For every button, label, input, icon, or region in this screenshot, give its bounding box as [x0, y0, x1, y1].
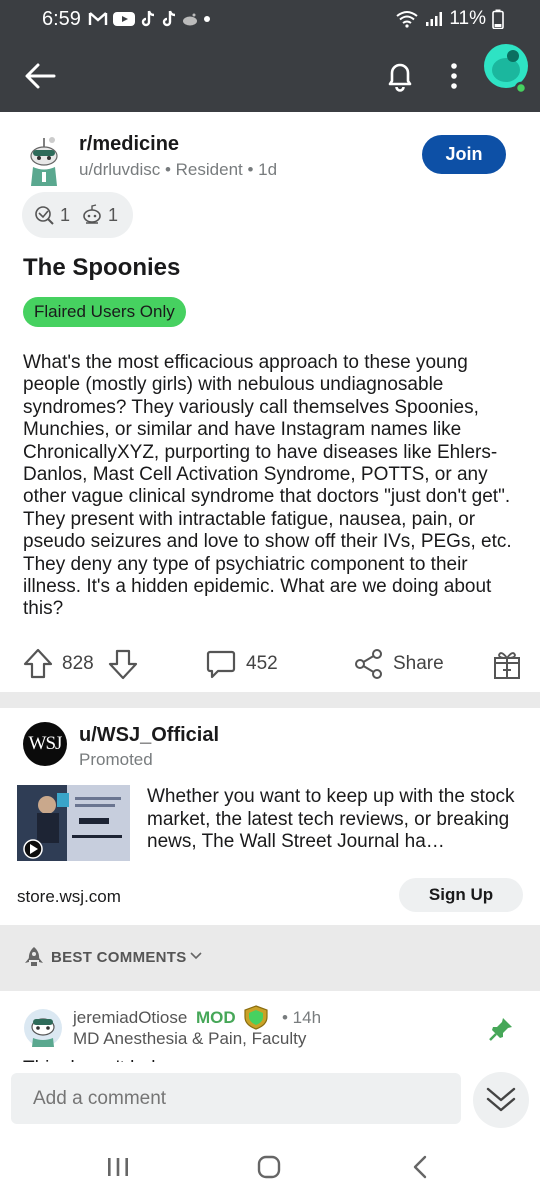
- dot-icon: [204, 16, 210, 22]
- double-chevron-down-icon: [486, 1087, 516, 1112]
- battery-percent: 11%: [449, 8, 486, 29]
- comments-sort-bar[interactable]: BEST COMMENTS: [0, 925, 540, 991]
- award-count: 1: [108, 204, 119, 225]
- system-status: 11%: [395, 8, 504, 30]
- comment-flair: MD Anesthesia & Pain, Faculty: [73, 1029, 307, 1048]
- post-title: The Spoonies: [23, 254, 181, 281]
- user-avatar[interactable]: [482, 42, 532, 98]
- sign-up-button[interactable]: Sign Up: [399, 878, 523, 912]
- battery-icon: [492, 9, 504, 29]
- sort-label[interactable]: BEST COMMENTS: [51, 949, 187, 966]
- advertiser-name[interactable]: u/WSJ_Official: [79, 724, 219, 747]
- join-button[interactable]: Join: [422, 135, 506, 174]
- reddit-icon: [183, 13, 197, 26]
- status-bar: 6:59 11%: [0, 0, 540, 40]
- comment-time: • 14h: [282, 1008, 322, 1027]
- add-comment-bar: [0, 1062, 540, 1144]
- ad-text[interactable]: Whether you want to keep up with the sto…: [147, 786, 523, 854]
- system-nav-bar: [0, 1144, 540, 1200]
- rocket-icon: [25, 947, 43, 966]
- shield-badge-icon: [244, 1005, 268, 1030]
- app-bar: [0, 40, 540, 112]
- next-comment-button[interactable]: [473, 1072, 529, 1128]
- comment-count[interactable]: 452: [246, 653, 278, 675]
- award-count: 1: [60, 204, 71, 225]
- comment-avatar[interactable]: [23, 1007, 63, 1049]
- ad-thumbnail-image: [17, 785, 130, 861]
- wifi-icon: [396, 11, 418, 28]
- back-arrow-icon[interactable]: [20, 56, 60, 96]
- gift-icon[interactable]: [492, 647, 522, 681]
- awards-pill[interactable]: 1 1: [22, 192, 133, 238]
- chevron-down-icon[interactable]: [190, 951, 202, 961]
- section-divider: [0, 692, 540, 708]
- ad-thumbnail[interactable]: [17, 785, 130, 861]
- subreddit-name[interactable]: r/medicine: [79, 133, 179, 156]
- share-button[interactable]: Share: [393, 653, 444, 675]
- vote-score: 828: [62, 653, 94, 674]
- bell-icon[interactable]: [380, 56, 420, 96]
- youtube-icon: [113, 12, 135, 26]
- award-item: 1: [32, 203, 70, 227]
- mod-badge: MOD: [196, 1008, 236, 1027]
- more-vertical-icon[interactable]: [440, 56, 468, 96]
- award-icon: [35, 206, 54, 225]
- home-icon[interactable]: [256, 1154, 282, 1180]
- signal-icon: [426, 12, 443, 26]
- recents-icon[interactable]: [105, 1156, 131, 1178]
- pin-icon: [489, 1018, 512, 1041]
- subreddit-avatar[interactable]: [24, 134, 64, 190]
- advertiser-avatar[interactable]: WSJ: [23, 722, 67, 766]
- status-time: 6:59: [42, 8, 81, 30]
- share-icon[interactable]: [353, 647, 385, 681]
- promoted-label: Promoted: [79, 750, 153, 769]
- add-comment-input[interactable]: [11, 1073, 461, 1124]
- tiktok-icon: [141, 10, 155, 27]
- comment-author[interactable]: jeremiadOtiose: [73, 1008, 187, 1028]
- back-nav-icon[interactable]: [408, 1154, 434, 1180]
- upvote-icon[interactable]: [22, 647, 54, 681]
- tiktok-icon: [162, 10, 176, 27]
- post-meta[interactable]: u/drluvdisc • Resident • 1d: [79, 160, 277, 180]
- notification-icons: [88, 10, 211, 28]
- post-actions: 828 452 Share: [0, 645, 540, 685]
- post-flair: Flaired Users Only: [23, 297, 186, 327]
- comment-icon[interactable]: [205, 647, 237, 681]
- downvote-icon[interactable]: [107, 647, 139, 681]
- gmail-icon: [88, 12, 108, 25]
- ad-domain[interactable]: store.wsj.com: [17, 887, 121, 907]
- post-body: What's the most efficacious approach to …: [23, 352, 512, 620]
- award-item: 1: [80, 203, 118, 227]
- award-icon: [83, 204, 101, 224]
- post-header: r/medicine u/drluvdisc • Resident • 1d J…: [0, 112, 540, 202]
